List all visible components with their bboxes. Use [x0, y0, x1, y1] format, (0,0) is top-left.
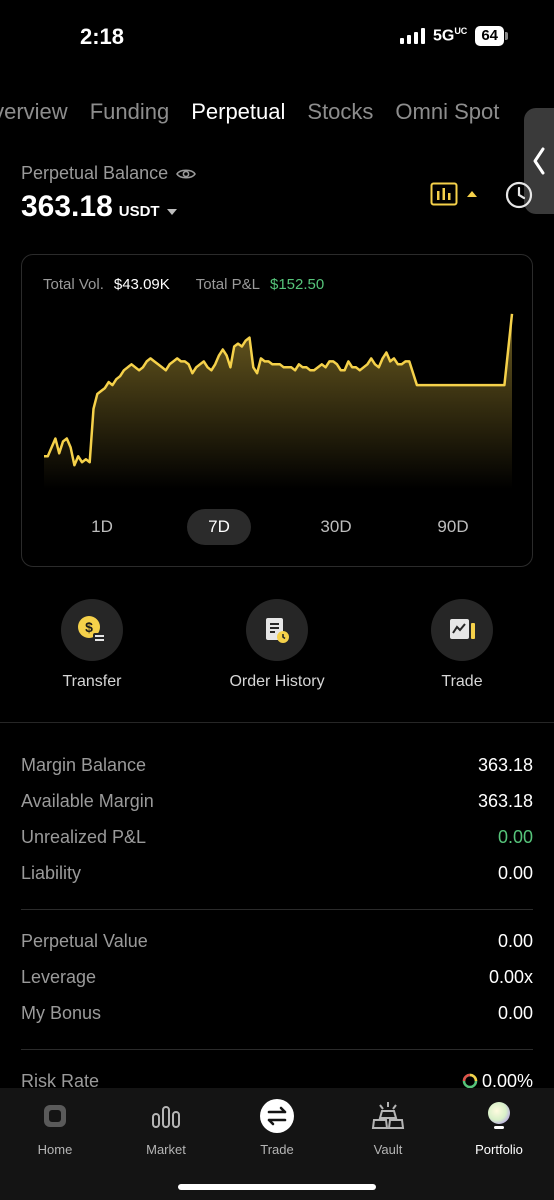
network-type: 5GUC	[432, 26, 468, 45]
signal-icon	[399, 28, 425, 44]
chevron-left-icon	[533, 147, 545, 175]
nav-home[interactable]: Home	[0, 1098, 110, 1157]
row-value: 0.00	[497, 931, 533, 951]
tab-stocks[interactable]: Stocks	[307, 96, 373, 128]
tab-omni-spot[interactable]: Omni Spot	[395, 96, 499, 128]
my-bonus-row: My Bonus 0.00	[21, 1001, 533, 1025]
section-divider	[0, 722, 554, 723]
nav-label: Trade	[260, 1142, 294, 1157]
caret-down-icon	[166, 208, 177, 215]
trade-icon	[260, 1099, 294, 1133]
period-90d[interactable]: 90D	[421, 509, 485, 545]
tab-funding[interactable]: Funding	[90, 96, 170, 128]
eye-icon[interactable]	[176, 167, 197, 181]
tab-overview[interactable]: Overview	[0, 96, 68, 128]
nav-trade[interactable]: Trade	[222, 1098, 332, 1157]
row-value: 363.18	[477, 755, 533, 775]
row-key: Perpetual Value	[21, 931, 148, 951]
trade-chart-icon	[450, 619, 475, 639]
perpetual-value-row: Perpetual Value 0.00	[21, 929, 533, 953]
order-history-icon	[266, 618, 289, 643]
history-button[interactable]	[504, 180, 534, 210]
unrealized-pnl-row: Unrealized P&L 0.00	[21, 825, 533, 849]
pnl-area-chart[interactable]	[22, 255, 534, 505]
bar-chart-icon	[430, 182, 458, 206]
status-time: 2:18	[80, 24, 125, 49]
transfer-button[interactable]: $ Transfer	[22, 599, 162, 691]
row-key: Liability	[21, 863, 82, 883]
balance-value-row: 363.18 USDT	[21, 190, 178, 224]
trade-label: Trade	[441, 673, 483, 690]
period-selector: 1D 7D 30D 90D	[22, 509, 532, 545]
pnl-chart-card: Total Vol. $43.09K Total P&L $152.50 1D …	[21, 254, 533, 567]
nav-label: Market	[146, 1142, 186, 1157]
market-icon	[152, 1106, 180, 1128]
nav-portfolio[interactable]: Portfolio	[444, 1098, 554, 1157]
svg-text:$: $	[85, 619, 93, 635]
row-key: Available Margin	[21, 791, 154, 811]
row-value: 0.00	[497, 827, 533, 847]
battery-icon: 64	[475, 26, 508, 46]
transfer-icon: $	[78, 616, 106, 643]
liability-row: Liability 0.00	[21, 861, 533, 885]
row-key: My Bonus	[21, 1003, 102, 1023]
chart-toggle-button[interactable]	[430, 182, 478, 206]
row-key: Leverage	[21, 967, 97, 987]
nav-label: Portfolio	[475, 1142, 523, 1157]
order-history-label: Order History	[229, 673, 325, 690]
available-margin-row: Available Margin 363.18	[21, 789, 533, 813]
caret-up-icon	[467, 191, 477, 197]
risk-gauge-icon	[462, 1073, 478, 1089]
status-indicators: 5GUC 64	[399, 26, 508, 46]
transfer-label: Transfer	[62, 673, 122, 690]
row-divider	[21, 909, 533, 910]
account-tabs: Overview Funding Perpetual Stocks Omni S…	[0, 96, 530, 128]
balance-label: Perpetual Balance	[21, 163, 169, 183]
row-key: Margin Balance	[21, 755, 147, 775]
row-value: 0.00x	[488, 967, 533, 987]
period-30d[interactable]: 30D	[304, 509, 368, 545]
nav-label: Home	[37, 1142, 73, 1157]
row-value: 0.00	[497, 1003, 533, 1023]
row-key: Unrealized P&L	[21, 827, 147, 847]
battery-level: 64	[475, 26, 504, 46]
nav-market[interactable]: Market	[111, 1098, 221, 1157]
period-1d[interactable]: 1D	[70, 509, 134, 545]
row-value: 363.18	[477, 791, 533, 811]
order-history-button[interactable]: Order History	[207, 599, 347, 691]
tab-perpetual[interactable]: Perpetual	[191, 96, 285, 128]
home-icon	[44, 1105, 66, 1127]
portfolio-icon	[488, 1102, 510, 1129]
row-value: 0.00	[497, 863, 533, 883]
trade-button[interactable]: Trade	[392, 599, 532, 691]
home-indicator	[178, 1184, 376, 1190]
row-divider	[21, 1049, 533, 1050]
period-7d[interactable]: 7D	[187, 509, 251, 545]
currency-unit: USDT	[118, 203, 160, 220]
margin-balance-row: Margin Balance 363.18	[21, 753, 533, 777]
vault-icon	[371, 1102, 405, 1129]
balance-label-row: Perpetual Balance	[21, 163, 197, 184]
balance-value: 363.18	[21, 190, 113, 223]
chart-area-fill	[44, 313, 512, 489]
leverage-row: Leverage 0.00x	[21, 965, 533, 989]
nav-label: Vault	[373, 1142, 403, 1157]
clock-icon	[505, 181, 533, 209]
nav-vault[interactable]: Vault	[333, 1098, 443, 1157]
currency-selector[interactable]: USDT	[119, 203, 178, 220]
